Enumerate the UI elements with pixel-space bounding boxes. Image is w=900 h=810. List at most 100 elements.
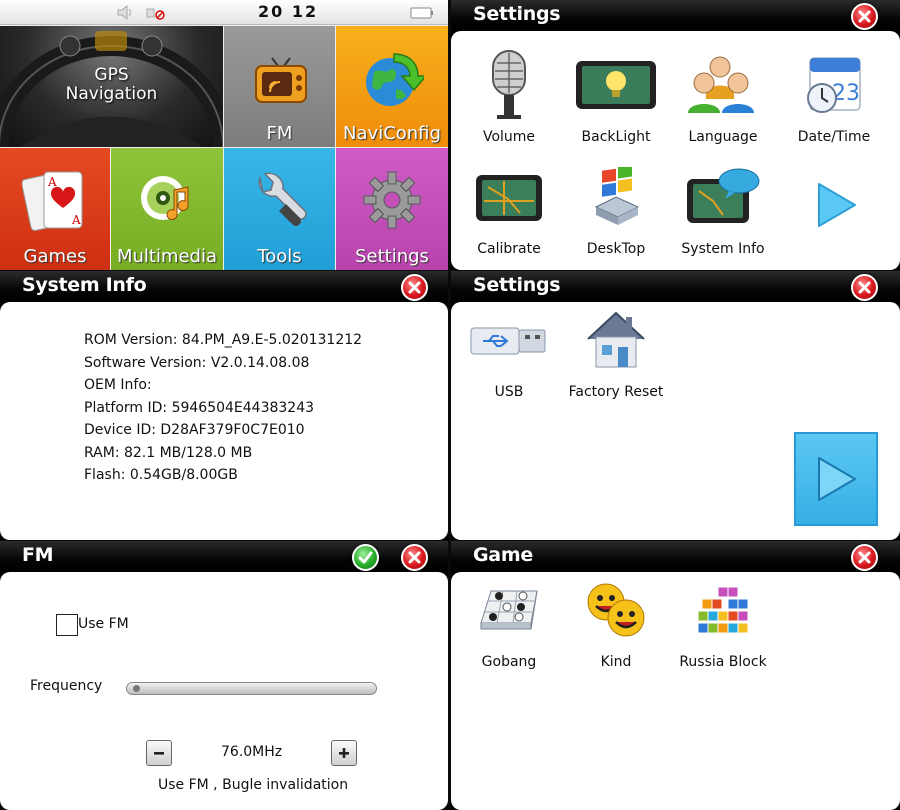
close-icon (858, 281, 871, 294)
datetime-item[interactable]: 23 Date/Time (784, 45, 884, 145)
frequency-slider-thumb[interactable] (133, 685, 140, 692)
fm-ok-button[interactable] (352, 544, 379, 571)
status-bar: 20 12 (0, 0, 448, 25)
platform-id: Platform ID: 5946504E44383243 (84, 399, 315, 416)
use-fm-label: Use FM (78, 616, 129, 632)
games-tile[interactable]: A A Games (0, 148, 110, 270)
desktop-item[interactable]: DeskTop (566, 157, 666, 257)
playing-cards-icon: A A (22, 171, 83, 231)
usb-item[interactable]: USB (459, 300, 559, 400)
mute-indicator-icon (146, 8, 165, 20)
multimedia-tile[interactable]: Multimedia (111, 148, 223, 270)
usb-label: USB (494, 384, 524, 400)
rom-version: ROM Version: 84.PM_A9.E-5.020131212 (84, 332, 363, 348)
people-icon (688, 56, 754, 113)
settings-page2-title: Settings (473, 274, 561, 296)
lightbulb-icon (576, 61, 656, 109)
system-info-item[interactable]: System Info (673, 157, 773, 257)
system-info-content: ROM Version: 84.PM_A9.E-5.020131212 Soft… (0, 302, 448, 540)
house-icon (587, 311, 645, 368)
usb-drive-icon (470, 327, 546, 355)
calibrate-icon (476, 175, 542, 221)
settings-main-content: Volume BackLight Language 23 Date/Time C… (451, 31, 900, 270)
calibrate-label: Calibrate (477, 241, 541, 257)
wrench-icon (258, 172, 307, 226)
language-item[interactable]: Language (673, 45, 773, 145)
russia-block-item[interactable]: Russia Block (673, 570, 773, 670)
system-info-title: System Info (22, 274, 147, 296)
system-info-label: System Info (681, 241, 765, 257)
backlight-label: BackLight (581, 129, 651, 145)
system-info-list: ROM Version: 84.PM_A9.E-5.020131212 Soft… (84, 332, 362, 490)
home-screen: 20 12 GPS Navigation FM NaviConfig A A G… (0, 0, 448, 270)
fm-tile[interactable]: FM (224, 26, 335, 147)
globe-arrow-icon (366, 53, 424, 106)
settings-page2-close-button[interactable] (851, 274, 878, 301)
frequency-slider[interactable] (126, 682, 377, 695)
gobang-label: Gobang (481, 654, 537, 670)
datetime-label: Date/Time (797, 129, 871, 145)
oem-info: OEM Info: (84, 377, 152, 393)
kind-item[interactable]: Kind (566, 570, 666, 670)
minus-icon (154, 752, 164, 755)
system-info-close-button[interactable] (401, 274, 428, 301)
play-arrow-icon (818, 457, 856, 501)
naviconfig-tile[interactable]: NaviConfig (336, 26, 448, 147)
settings-page2-next-button[interactable] (794, 432, 878, 526)
settings-main-titlebar: Settings (451, 0, 900, 31)
gobang-board-icon (480, 590, 538, 630)
fm-content: Use FM Frequency 76.0MHz Use FM , Bugle … (0, 572, 448, 810)
check-icon (358, 551, 373, 564)
game-close-button[interactable] (851, 544, 878, 571)
ram-info: RAM: 82.1 MB/128.0 MB (84, 444, 253, 461)
russia-block-label: Russia Block (679, 654, 767, 670)
system-info-titlebar: System Info (0, 271, 448, 302)
calibrate-item[interactable]: Calibrate (459, 157, 559, 257)
volume-item[interactable]: Volume (459, 45, 559, 145)
game-title: Game (473, 544, 533, 566)
frequency-decrease-button[interactable] (146, 740, 172, 766)
settings-page2-content: USB Factory Reset (451, 302, 900, 540)
game-titlebar: Game (451, 541, 900, 572)
fm-title: FM (22, 544, 54, 566)
settings-page2-titlebar: Settings (451, 271, 900, 302)
frequency-label: Frequency (30, 678, 103, 694)
volume-label: Volume (482, 129, 536, 145)
settings-tile-label: Settings (355, 246, 429, 267)
calendar-clock-icon: 23 (807, 57, 861, 113)
info-bubble-icon (687, 168, 760, 223)
factory-reset-label: Factory Reset (568, 384, 664, 400)
fm-status-text: Use FM , Bugle invalidation (158, 777, 349, 793)
backlight-item[interactable]: BackLight (566, 45, 666, 145)
settings-tile[interactable]: Settings (336, 148, 448, 270)
settings-main-close-button[interactable] (851, 3, 878, 30)
fm-titlebar: FM (0, 541, 448, 572)
music-disc-icon (141, 176, 189, 221)
close-icon (408, 551, 421, 564)
tools-tile[interactable]: Tools (224, 148, 335, 270)
gps-navigation-tile[interactable]: GPS Navigation (0, 26, 223, 147)
frequency-increase-button[interactable] (331, 740, 357, 766)
desktop-label: DeskTop (586, 241, 646, 257)
factory-reset-item[interactable]: Factory Reset (566, 300, 666, 400)
battery-icon (410, 7, 433, 19)
close-icon (408, 281, 421, 294)
play-arrow-icon (818, 183, 856, 227)
gobang-item[interactable]: Gobang (459, 570, 559, 670)
kind-label: Kind (600, 654, 632, 670)
flash-info: Flash: 0.54GB/8.00GB (84, 467, 238, 483)
speaker-icon (117, 5, 132, 20)
game-window: Game Gobang Kind Russia Block (451, 541, 900, 810)
fm-close-button[interactable] (401, 544, 428, 571)
svg-text:A: A (71, 213, 81, 227)
microphone-icon (492, 50, 526, 119)
multimedia-tile-label: Multimedia (116, 246, 218, 267)
tetris-blocks-icon (697, 586, 749, 634)
clock-time: 20 12 (258, 2, 319, 21)
device-id: Device ID: D28AF379F0C7E010 (84, 422, 305, 438)
system-info-window: System Info ROM Version: 84.PM_A9.E-5.02… (0, 271, 448, 540)
svg-text:A: A (47, 175, 57, 189)
use-fm-checkbox[interactable] (56, 614, 78, 636)
settings-next-page-button[interactable] (808, 177, 864, 233)
smiley-faces-icon (587, 583, 645, 637)
